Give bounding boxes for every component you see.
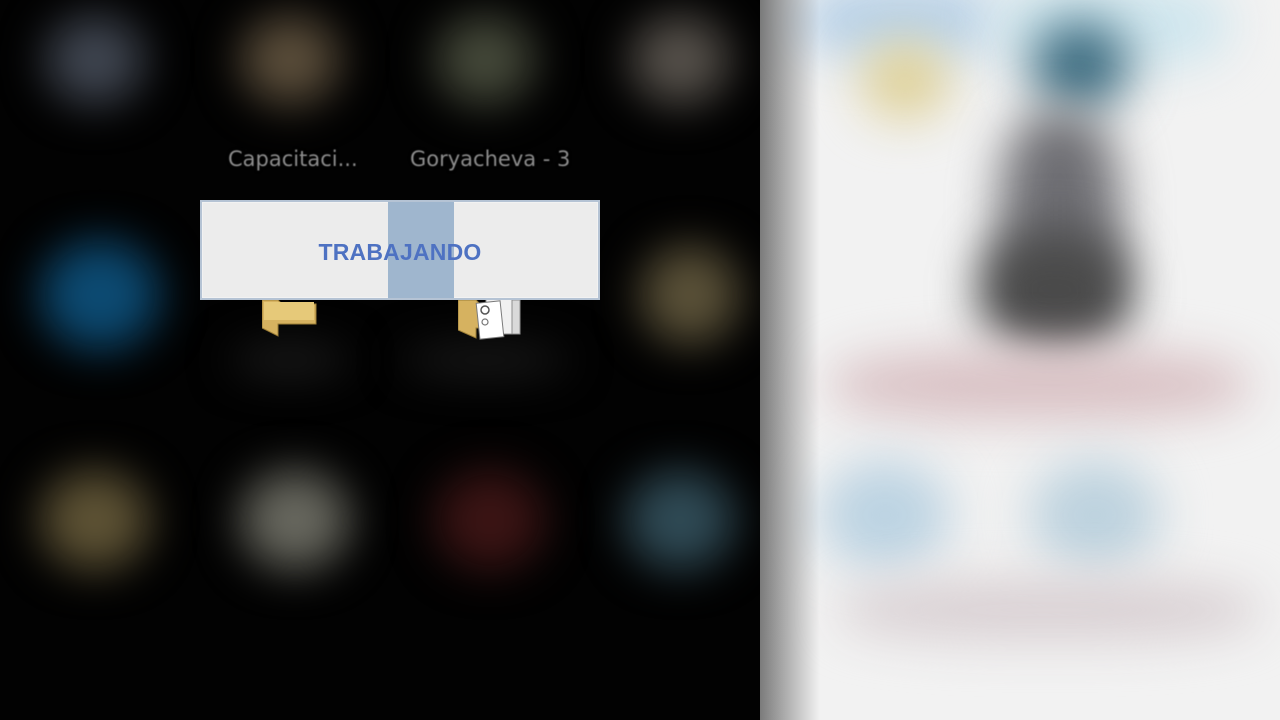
blurred-region [980, 230, 1130, 350]
desktop-icon-label: Capacitaci... [228, 147, 358, 171]
blurred-region [860, 40, 950, 120]
desktop-icon-blurred [435, 15, 535, 105]
desktop-icon-blurred [40, 240, 160, 350]
blurred-region [1030, 460, 1160, 570]
desktop-icon-blurred [240, 15, 340, 105]
desktop-icon-blurred [640, 245, 740, 345]
blurred-region [830, 350, 1250, 420]
desktop-icon-blurred [630, 15, 730, 105]
blurred-region [1030, 20, 1130, 110]
desktop-icon-blurred [240, 470, 350, 570]
blurred-background-window [760, 0, 1280, 720]
blurred-region [840, 580, 1260, 640]
blurred-region [820, 460, 950, 570]
desktop-icon-blurred [40, 470, 150, 570]
folder-with-documents-icon[interactable] [458, 298, 522, 342]
blurred-desktop: Capacitaci... Goryacheva - 3 [0, 0, 780, 720]
progress-dialog: TRABAJANDO [200, 200, 600, 300]
desktop-icon-label: Goryacheva - 3 [410, 147, 571, 171]
folder-icon[interactable] [262, 298, 318, 338]
screen: Capacitaci... Goryacheva - 3 TRABAJANDO [0, 0, 1280, 720]
desktop-icon-blurred [435, 470, 545, 570]
desktop-icon-blurred [625, 470, 735, 570]
desktop-icon-blurred [45, 15, 145, 105]
status-text: TRABAJANDO [318, 239, 482, 265]
desktop-label-blurred [400, 345, 570, 375]
desktop-label-blurred [230, 345, 350, 375]
